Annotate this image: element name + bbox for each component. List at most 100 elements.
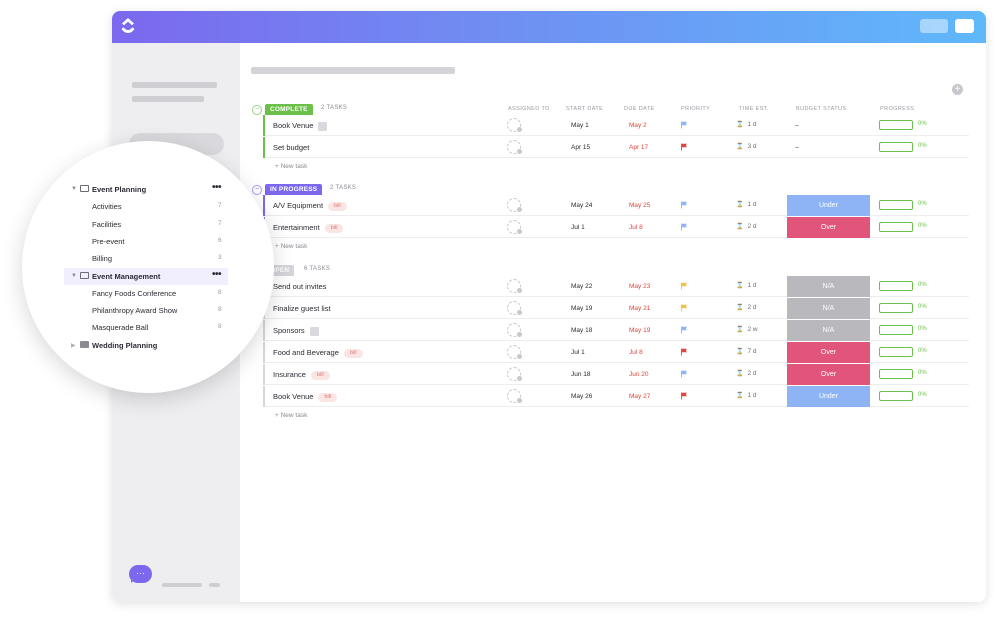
time-estimate[interactable]: ⌛ 1 d [736,201,757,208]
sidebar-item-activities[interactable]: Activities 7 [22,198,274,215]
sidebar-item-wedding-planning[interactable]: ▶ Wedding Planning [22,337,274,354]
budget-status-badge[interactable]: Over [787,342,870,363]
table-row[interactable]: Book Venue May 1 May 2 ⌛ 1 d – 0% [263,115,969,136]
task-name[interactable]: Book Venue bill [273,392,338,402]
add-assignee-icon[interactable] [507,118,522,132]
column-header-budget-status[interactable]: BUDGET STATUS [796,106,846,112]
bill-tag[interactable]: bill [324,223,344,233]
start-date[interactable]: Jul 1 [571,349,585,356]
priority-flag-icon[interactable] [680,201,688,209]
budget-status-badge[interactable]: N/A [787,276,870,297]
add-assignee-icon[interactable] [507,198,522,212]
due-date[interactable]: May 19 [629,327,650,334]
progress-bar[interactable] [879,120,913,130]
start-date[interactable]: May 22 [571,283,592,290]
priority-flag-icon[interactable] [680,143,688,151]
new-task-button[interactable]: + New task [275,163,307,170]
more-dots-icon[interactable]: ••• [212,182,222,193]
add-assignee-icon[interactable] [507,323,522,337]
time-estimate[interactable]: ⌛ 1 d [736,282,757,289]
new-task-button[interactable]: + New task [275,412,307,419]
priority-flag-icon[interactable] [680,348,688,356]
subtask-count-badge[interactable] [318,121,328,131]
start-date[interactable]: Jul 1 [571,224,585,231]
task-name[interactable]: Food and Beverage bill [273,348,363,358]
progress-bar[interactable] [879,281,913,291]
time-estimate[interactable]: ⌛ 2 w [736,326,758,333]
table-row[interactable]: Entertainment bill Jul 1 Jul 8 ⌛ 2 d Over 0% [263,217,969,238]
add-assignee-icon[interactable] [507,367,522,381]
budget-status-badge[interactable]: Under [787,386,870,407]
task-name[interactable]: A/V Equipment bill [273,201,347,211]
column-header-progress[interactable]: PROGRESS [880,106,914,112]
table-row[interactable]: Sponsors May 18 May 19 ⌛ 2 w N/A 0% [263,320,969,341]
due-date[interactable]: Apr 17 [629,144,648,151]
due-date[interactable]: May 23 [629,283,650,290]
due-date[interactable]: May 2 [629,122,647,129]
budget-status-empty[interactable]: – [795,144,799,151]
task-name[interactable]: Entertainment bill [273,223,344,233]
due-date[interactable]: Jul 8 [629,349,643,356]
task-name[interactable]: Send out invites [273,282,326,291]
budget-status-badge[interactable]: Over [787,217,870,238]
priority-flag-icon[interactable] [680,223,688,231]
bill-tag[interactable]: bill [328,201,347,211]
bill-tag[interactable]: bill [310,370,330,380]
new-task-button[interactable]: + New task [275,243,307,250]
sidebar-item-event-planning[interactable]: ▼ Event Planning ••• [22,181,274,198]
collapse-group-button[interactable]: − [252,105,262,115]
add-assignee-icon[interactable] [507,220,522,234]
progress-bar[interactable] [879,222,913,232]
due-date[interactable]: Jun 20 [629,371,649,378]
task-name[interactable]: Sponsors [273,326,319,336]
column-header-start-date[interactable]: START DATE [566,106,603,112]
priority-flag-icon[interactable] [680,304,688,312]
progress-bar[interactable] [879,369,913,379]
task-name[interactable]: Insurance bill [273,370,330,380]
priority-flag-icon[interactable] [680,121,688,129]
table-row[interactable]: Send out invites May 22 May 23 ⌛ 1 d N/A 0% [263,276,969,297]
subtask-count-badge[interactable] [309,326,319,336]
progress-bar[interactable] [879,347,913,357]
progress-bar[interactable] [879,200,913,210]
table-row[interactable]: Finalize guest list May 19 May 21 ⌛ 2 d N/A 0% [263,298,969,319]
task-name[interactable]: Book Venue [273,121,328,131]
sidebar-item-pre-event[interactable]: Pre-event 6 [22,233,274,250]
budget-status-badge[interactable]: N/A [787,320,870,341]
budget-status-badge[interactable]: N/A [787,298,870,319]
priority-flag-icon[interactable] [680,282,688,290]
more-dots-icon[interactable]: ••• [212,269,222,280]
column-header-priority[interactable]: PRIORITY [681,106,710,112]
due-date[interactable]: Jul 8 [629,224,643,231]
task-name[interactable]: Finalize guest list [273,304,331,313]
start-date[interactable]: May 1 [571,122,589,129]
time-estimate[interactable]: ⌛ 7 d [736,348,757,355]
chevron-icon[interactable]: ▶ [71,342,76,349]
time-estimate[interactable]: ⌛ 2 d [736,223,757,230]
time-estimate[interactable]: ⌛ 1 d [736,392,757,399]
start-date[interactable]: Apr 15 [571,144,590,151]
start-date[interactable]: May 24 [571,202,592,209]
priority-flag-icon[interactable] [680,370,688,378]
sidebar-item-billing[interactable]: Billing 3 [22,250,274,267]
progress-bar[interactable] [879,142,913,152]
add-assignee-icon[interactable] [507,279,522,293]
clickup-logo[interactable] [119,16,137,38]
sidebar-item-philanthropy-award-show[interactable]: Philanthropy Award Show 8 [22,302,274,319]
column-header-due-date[interactable]: DUE DATE [624,106,655,112]
top-bar-button-primary[interactable] [955,19,974,33]
time-estimate[interactable]: ⌛ 3 d [736,143,757,150]
column-header-time-est[interactable]: TIME EST. [739,106,769,112]
progress-bar[interactable] [879,391,913,401]
due-date[interactable]: May 27 [629,393,650,400]
time-estimate[interactable]: ⌛ 1 d [736,121,757,128]
sidebar-item-facilities[interactable]: Facilities 7 [22,216,274,233]
table-row[interactable]: Insurance bill Jun 18 Jun 20 ⌛ 2 d Over 0% [263,364,969,385]
time-estimate[interactable]: ⌛ 2 d [736,370,757,377]
budget-status-badge[interactable]: Over [787,364,870,385]
time-estimate[interactable]: ⌛ 2 d [736,304,757,311]
priority-flag-icon[interactable] [680,326,688,334]
chevron-icon[interactable]: ▼ [71,186,77,192]
column-header-assigned-to[interactable]: ASSIGNED TO [508,106,550,112]
bill-tag[interactable]: bill [343,348,363,358]
